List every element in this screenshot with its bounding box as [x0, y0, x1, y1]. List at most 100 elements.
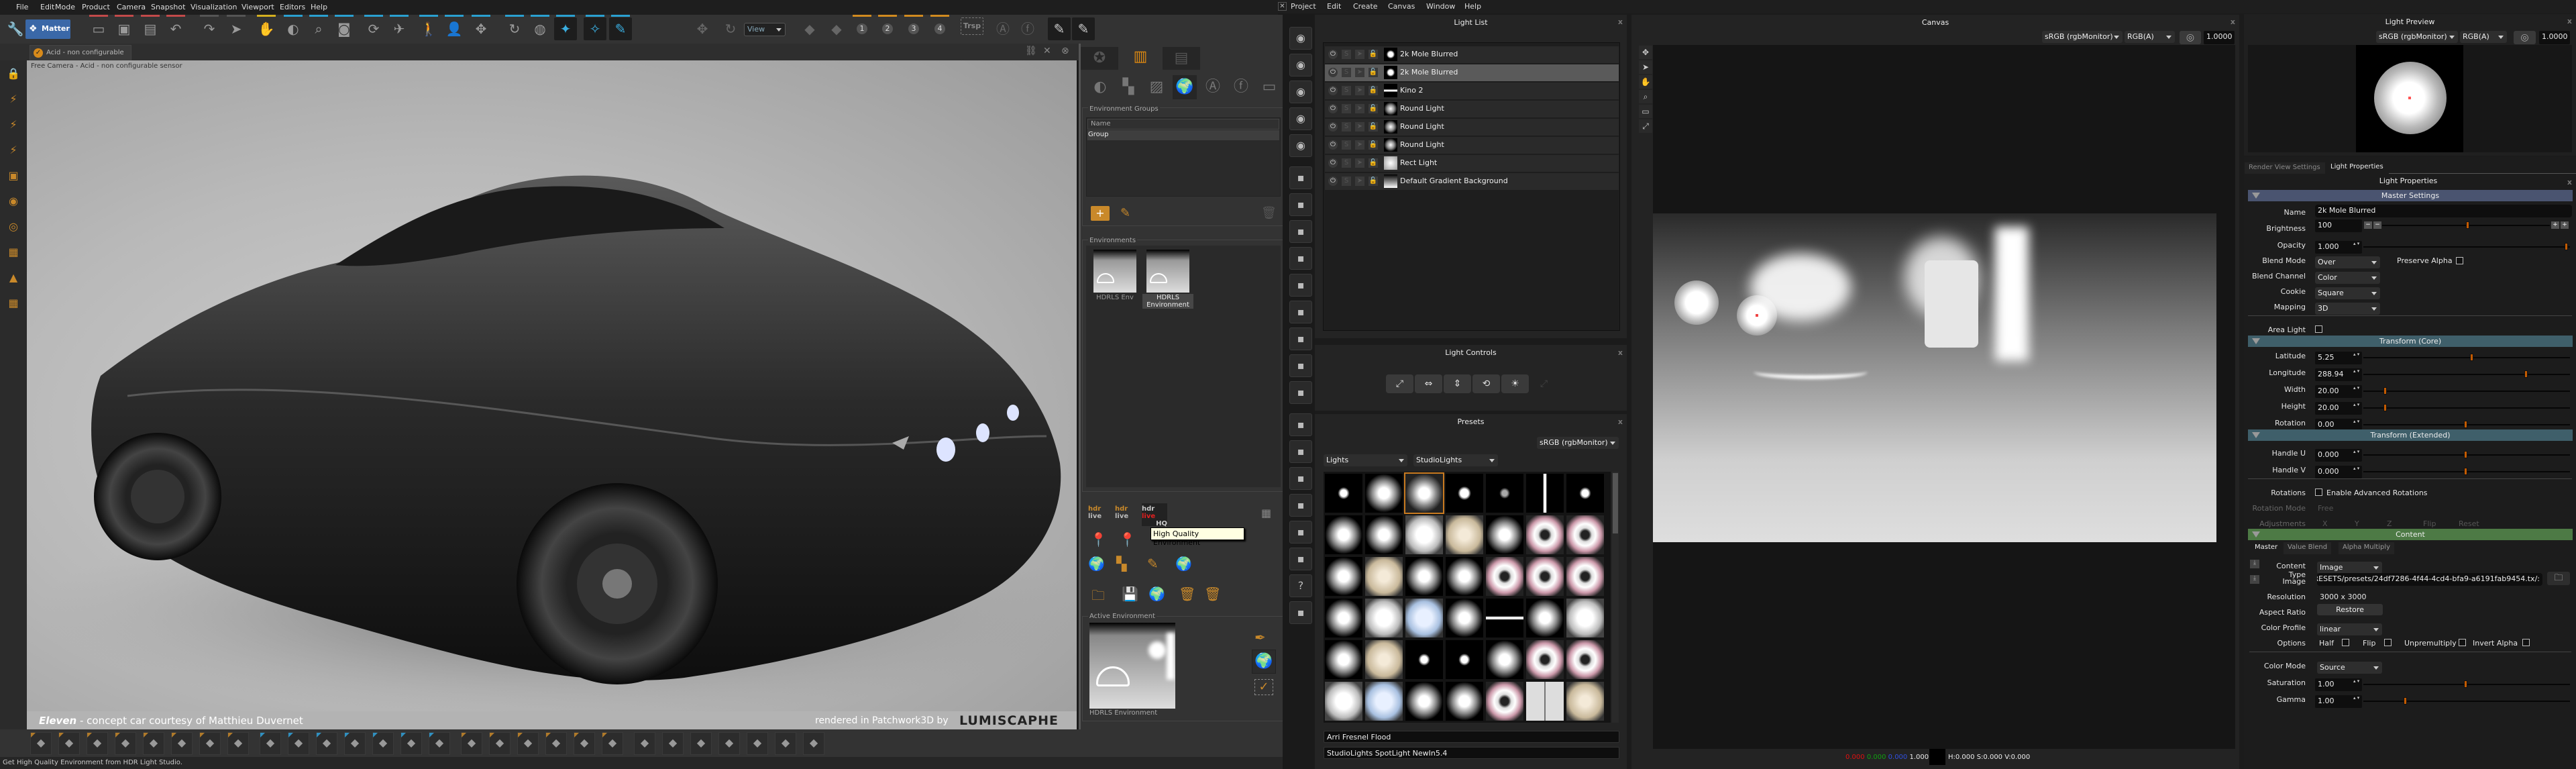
brightness-decrease-button[interactable]: − — [2364, 221, 2372, 229]
saturation-slider[interactable] — [2363, 680, 2570, 688]
preset-thumbnail[interactable] — [1566, 682, 1604, 721]
close-viewport-icon[interactable]: ⊗ — [1061, 46, 1069, 56]
add-group-icon[interactable]: + — [1091, 206, 1110, 221]
preview-exposure-field[interactable]: 1.0000 — [2539, 31, 2570, 44]
tool-f-icon[interactable]: ▪ — [1289, 301, 1312, 323]
pin-add-icon[interactable]: 📍 — [1090, 531, 1113, 552]
canvas-color-profile-select[interactable]: sRGB (rgbMonitor) — [2042, 31, 2123, 43]
handle-u-slider[interactable] — [2363, 451, 2570, 458]
snapshot-settings-icon[interactable]: ◆ — [87, 732, 108, 755]
lock-toggle-icon[interactable]: 🔓 — [1368, 176, 1378, 186]
solo-toggle-icon[interactable]: S — [1342, 50, 1351, 59]
preset-thumbnail[interactable] — [1325, 515, 1362, 554]
tool-j-icon[interactable]: ▪ — [1289, 413, 1312, 436]
bolt-icon[interactable]: ▪ — [1289, 521, 1312, 544]
power-toggle-icon[interactable]: ⏻ — [1328, 122, 1338, 132]
blend-mode-select[interactable]: Over — [2315, 256, 2380, 268]
bolt-list-icon[interactable]: ⚡ — [5, 144, 21, 160]
hdr-menu-help[interactable]: Help — [1464, 2, 1481, 11]
axes-icon[interactable]: ◆ — [803, 732, 824, 755]
favorites-tab[interactable]: ✪ — [1081, 47, 1118, 70]
lib-film-icon[interactable]: ▭ — [1257, 75, 1281, 99]
tools-icon[interactable]: ✕ — [1043, 46, 1051, 56]
canvas-select-icon[interactable]: ➤ — [1639, 60, 1652, 74]
close-icon[interactable]: ▪ — [1289, 467, 1312, 490]
tool-h-icon[interactable]: ▪ — [1289, 354, 1312, 377]
canvas-exposure-field[interactable]: 1.0000 — [2204, 31, 2235, 44]
light-control-scale-button[interactable]: ⤢ — [1386, 374, 1413, 393]
hdr-menu-create[interactable]: Create — [1353, 2, 1378, 11]
solo-toggle-icon[interactable]: S — [1342, 104, 1351, 113]
menu-edit[interactable]: Edit — [40, 3, 54, 11]
group-row[interactable]: Group — [1087, 130, 1279, 140]
preset-thumbnail[interactable] — [1486, 515, 1523, 554]
light-name-field[interactable]: 2k Mole Blurred — [2315, 205, 2572, 217]
view-select[interactable]: View — [744, 23, 786, 36]
color-mode-select[interactable]: Source — [2317, 662, 2382, 674]
diamond-icon[interactable]: ◆ — [718, 732, 740, 755]
power-toggle-icon[interactable]: ⏻ — [1328, 68, 1338, 77]
preset-thumbnail[interactable] — [1566, 557, 1604, 596]
brush-check-icon[interactable]: ✎ — [1048, 17, 1071, 40]
presets-library-select[interactable]: StudioLights — [1413, 454, 1498, 466]
snapshot-icon[interactable]: ◆ — [58, 732, 80, 755]
presets-color-profile-select[interactable]: sRGB (rgbMonitor) — [1537, 437, 1619, 449]
preset-thumbnail[interactable] — [1446, 682, 1483, 721]
power-toggle-icon[interactable]: ⏻ — [1328, 176, 1338, 186]
close-icon[interactable]: x — [1618, 417, 1623, 426]
menu-help[interactable]: Help — [311, 3, 327, 11]
bolt-add-icon[interactable]: ⚡ — [5, 118, 21, 134]
select-toggle-icon[interactable]: ➤ — [1355, 176, 1364, 186]
move-icon[interactable]: ✥ — [470, 15, 492, 40]
preset-thumbnail[interactable] — [1365, 474, 1403, 513]
prev-view-icon[interactable]: ◆ — [798, 17, 821, 40]
globe-icon[interactable]: 🌍 — [1252, 650, 1276, 674]
tool-d-icon[interactable]: ▪ — [1289, 247, 1312, 270]
menu-visualization[interactable]: Visualization — [191, 3, 237, 11]
master-settings-section-header[interactable]: Master Settings — [2248, 190, 2573, 201]
render-icon[interactable]: ◆ — [30, 732, 52, 755]
bolt-icon[interactable]: ⚡ — [5, 93, 21, 109]
solo-toggle-icon[interactable]: S — [1342, 86, 1351, 95]
lib-fx-icon[interactable]: ⓕ — [1229, 75, 1253, 99]
cookie-select[interactable]: Square — [2315, 287, 2380, 299]
env-groups-list[interactable]: Name Group — [1086, 117, 1281, 197]
matter-button[interactable]: ❖ Matter — [25, 19, 70, 39]
lib-image-icon[interactable]: ▨ — [1144, 75, 1169, 99]
light-rect-icon[interactable]: ◉ — [1289, 54, 1312, 76]
light-row[interactable]: ⏻ S ➤ 🔓 Round Light — [1325, 119, 1619, 136]
brightness-field[interactable]: 100 — [2315, 219, 2362, 232]
height-slider[interactable] — [2363, 404, 2570, 411]
advanced-rotations-checkbox[interactable] — [2315, 489, 2322, 496]
person-icon[interactable]: 👤 — [443, 15, 466, 40]
camera-4-icon[interactable]: 4 — [928, 15, 951, 40]
rotation-mode-select[interactable]: Free — [2318, 504, 2333, 513]
redo-icon[interactable]: ↷ — [198, 15, 221, 40]
presets-scrollbar[interactable] — [1612, 472, 1619, 723]
plus-list-icon[interactable]: ◆ — [227, 732, 249, 755]
slider-handle[interactable] — [2565, 243, 2568, 250]
camera-3-icon[interactable]: 3 — [902, 15, 925, 40]
preset-thumbnail[interactable] — [1566, 515, 1604, 554]
help-icon[interactable]: ? — [1289, 574, 1312, 597]
spheres-icon[interactable]: ◆ — [344, 732, 366, 755]
menu-mode[interactable]: Mode — [55, 3, 75, 11]
camera-rotate-icon[interactable]: ⟳ — [362, 15, 385, 40]
light-icon[interactable]: ◆ — [143, 732, 164, 755]
delete-group-icon[interactable]: 🗑 — [1261, 206, 1277, 221]
lock-toggle-icon[interactable]: 🔓 — [1368, 50, 1378, 59]
browse-folder-button[interactable]: 🗀 — [2547, 572, 2570, 585]
select-toggle-icon[interactable]: ➤ — [1355, 158, 1364, 168]
globe-list-icon[interactable]: ◆ — [316, 732, 337, 755]
power-toggle-icon[interactable]: ⏻ — [1328, 140, 1338, 150]
solo-toggle-icon[interactable]: S — [1342, 176, 1351, 186]
disc-icon[interactable]: ◆ — [461, 732, 482, 755]
close-icon[interactable]: x — [1618, 17, 1623, 26]
wrench-list-icon[interactable]: ◆ — [400, 732, 422, 755]
doc-tab[interactable]: ✓ Acid - non configurable — [30, 45, 131, 60]
preset-thumbnail[interactable] — [1325, 599, 1362, 637]
light-control-brightness-button[interactable]: ☀ — [1501, 374, 1529, 393]
flip-checkbox[interactable] — [2384, 639, 2392, 646]
lib-aa-icon[interactable]: Ⓐ — [1201, 75, 1225, 99]
ring-icon[interactable]: ◆ — [747, 732, 768, 755]
